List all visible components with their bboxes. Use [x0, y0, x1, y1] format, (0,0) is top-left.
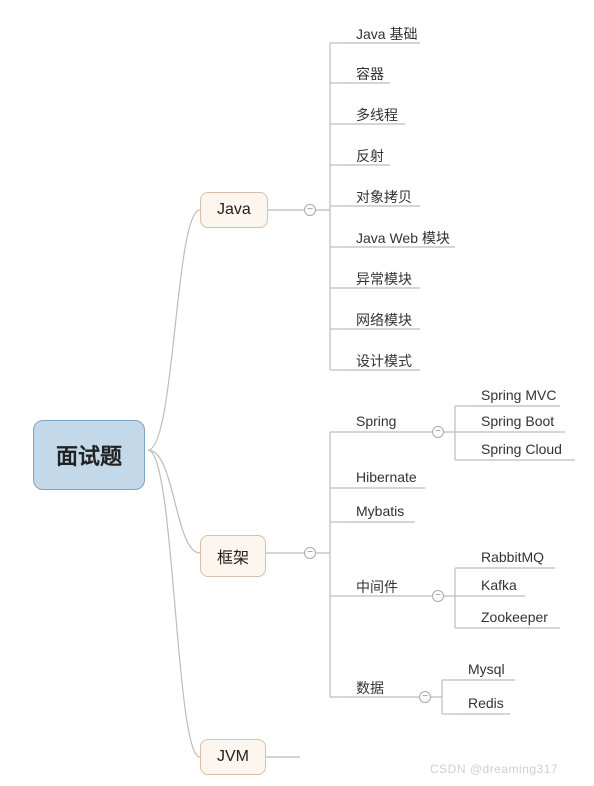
leaf-spring-mvc[interactable]: Spring MVC [473, 383, 564, 407]
node-jvm-label: JVM [217, 748, 249, 766]
leaf-reflection[interactable]: 反射 [348, 142, 392, 170]
leaf-zookeeper[interactable]: Zookeeper [473, 605, 556, 629]
leaf-middleware[interactable]: 中间件 [348, 573, 406, 601]
toggle-framework[interactable]: − [304, 547, 316, 559]
node-framework-label: 框架 [217, 544, 249, 568]
leaf-redis[interactable]: Redis [460, 691, 512, 715]
leaf-exception[interactable]: 异常模块 [348, 265, 420, 293]
node-jvm[interactable]: JVM [200, 739, 266, 775]
leaf-mysql[interactable]: Mysql [460, 657, 513, 681]
root-node[interactable]: 面试题 [33, 420, 145, 490]
toggle-spring[interactable]: − [432, 426, 444, 438]
leaf-object-copy[interactable]: 对象拷贝 [348, 183, 420, 211]
toggle-data[interactable]: − [419, 691, 431, 703]
leaf-network[interactable]: 网络模块 [348, 306, 420, 334]
leaf-container[interactable]: 容器 [348, 60, 392, 88]
leaf-hibernate[interactable]: Hibernate [348, 465, 425, 489]
leaf-multithread[interactable]: 多线程 [348, 101, 406, 129]
node-java-label: Java [217, 201, 251, 219]
leaf-spring-cloud[interactable]: Spring Cloud [473, 437, 570, 461]
node-java[interactable]: Java [200, 192, 268, 228]
watermark-text: CSDN @dreaming317 [430, 762, 558, 776]
leaf-design-pattern[interactable]: 设计模式 [348, 347, 420, 375]
leaf-java-web[interactable]: Java Web 模块 [348, 224, 458, 252]
leaf-mybatis[interactable]: Mybatis [348, 499, 412, 523]
leaf-data[interactable]: 数据 [348, 674, 392, 702]
toggle-java[interactable]: − [304, 204, 316, 216]
leaf-spring[interactable]: Spring [348, 409, 404, 433]
toggle-middleware[interactable]: − [432, 590, 444, 602]
leaf-java-basics[interactable]: Java 基础 [348, 20, 425, 48]
leaf-kafka[interactable]: Kafka [473, 573, 525, 597]
leaf-spring-boot[interactable]: Spring Boot [473, 409, 562, 433]
root-label: 面试题 [56, 439, 122, 471]
leaf-rabbitmq[interactable]: RabbitMQ [473, 545, 552, 569]
node-framework[interactable]: 框架 [200, 535, 266, 577]
